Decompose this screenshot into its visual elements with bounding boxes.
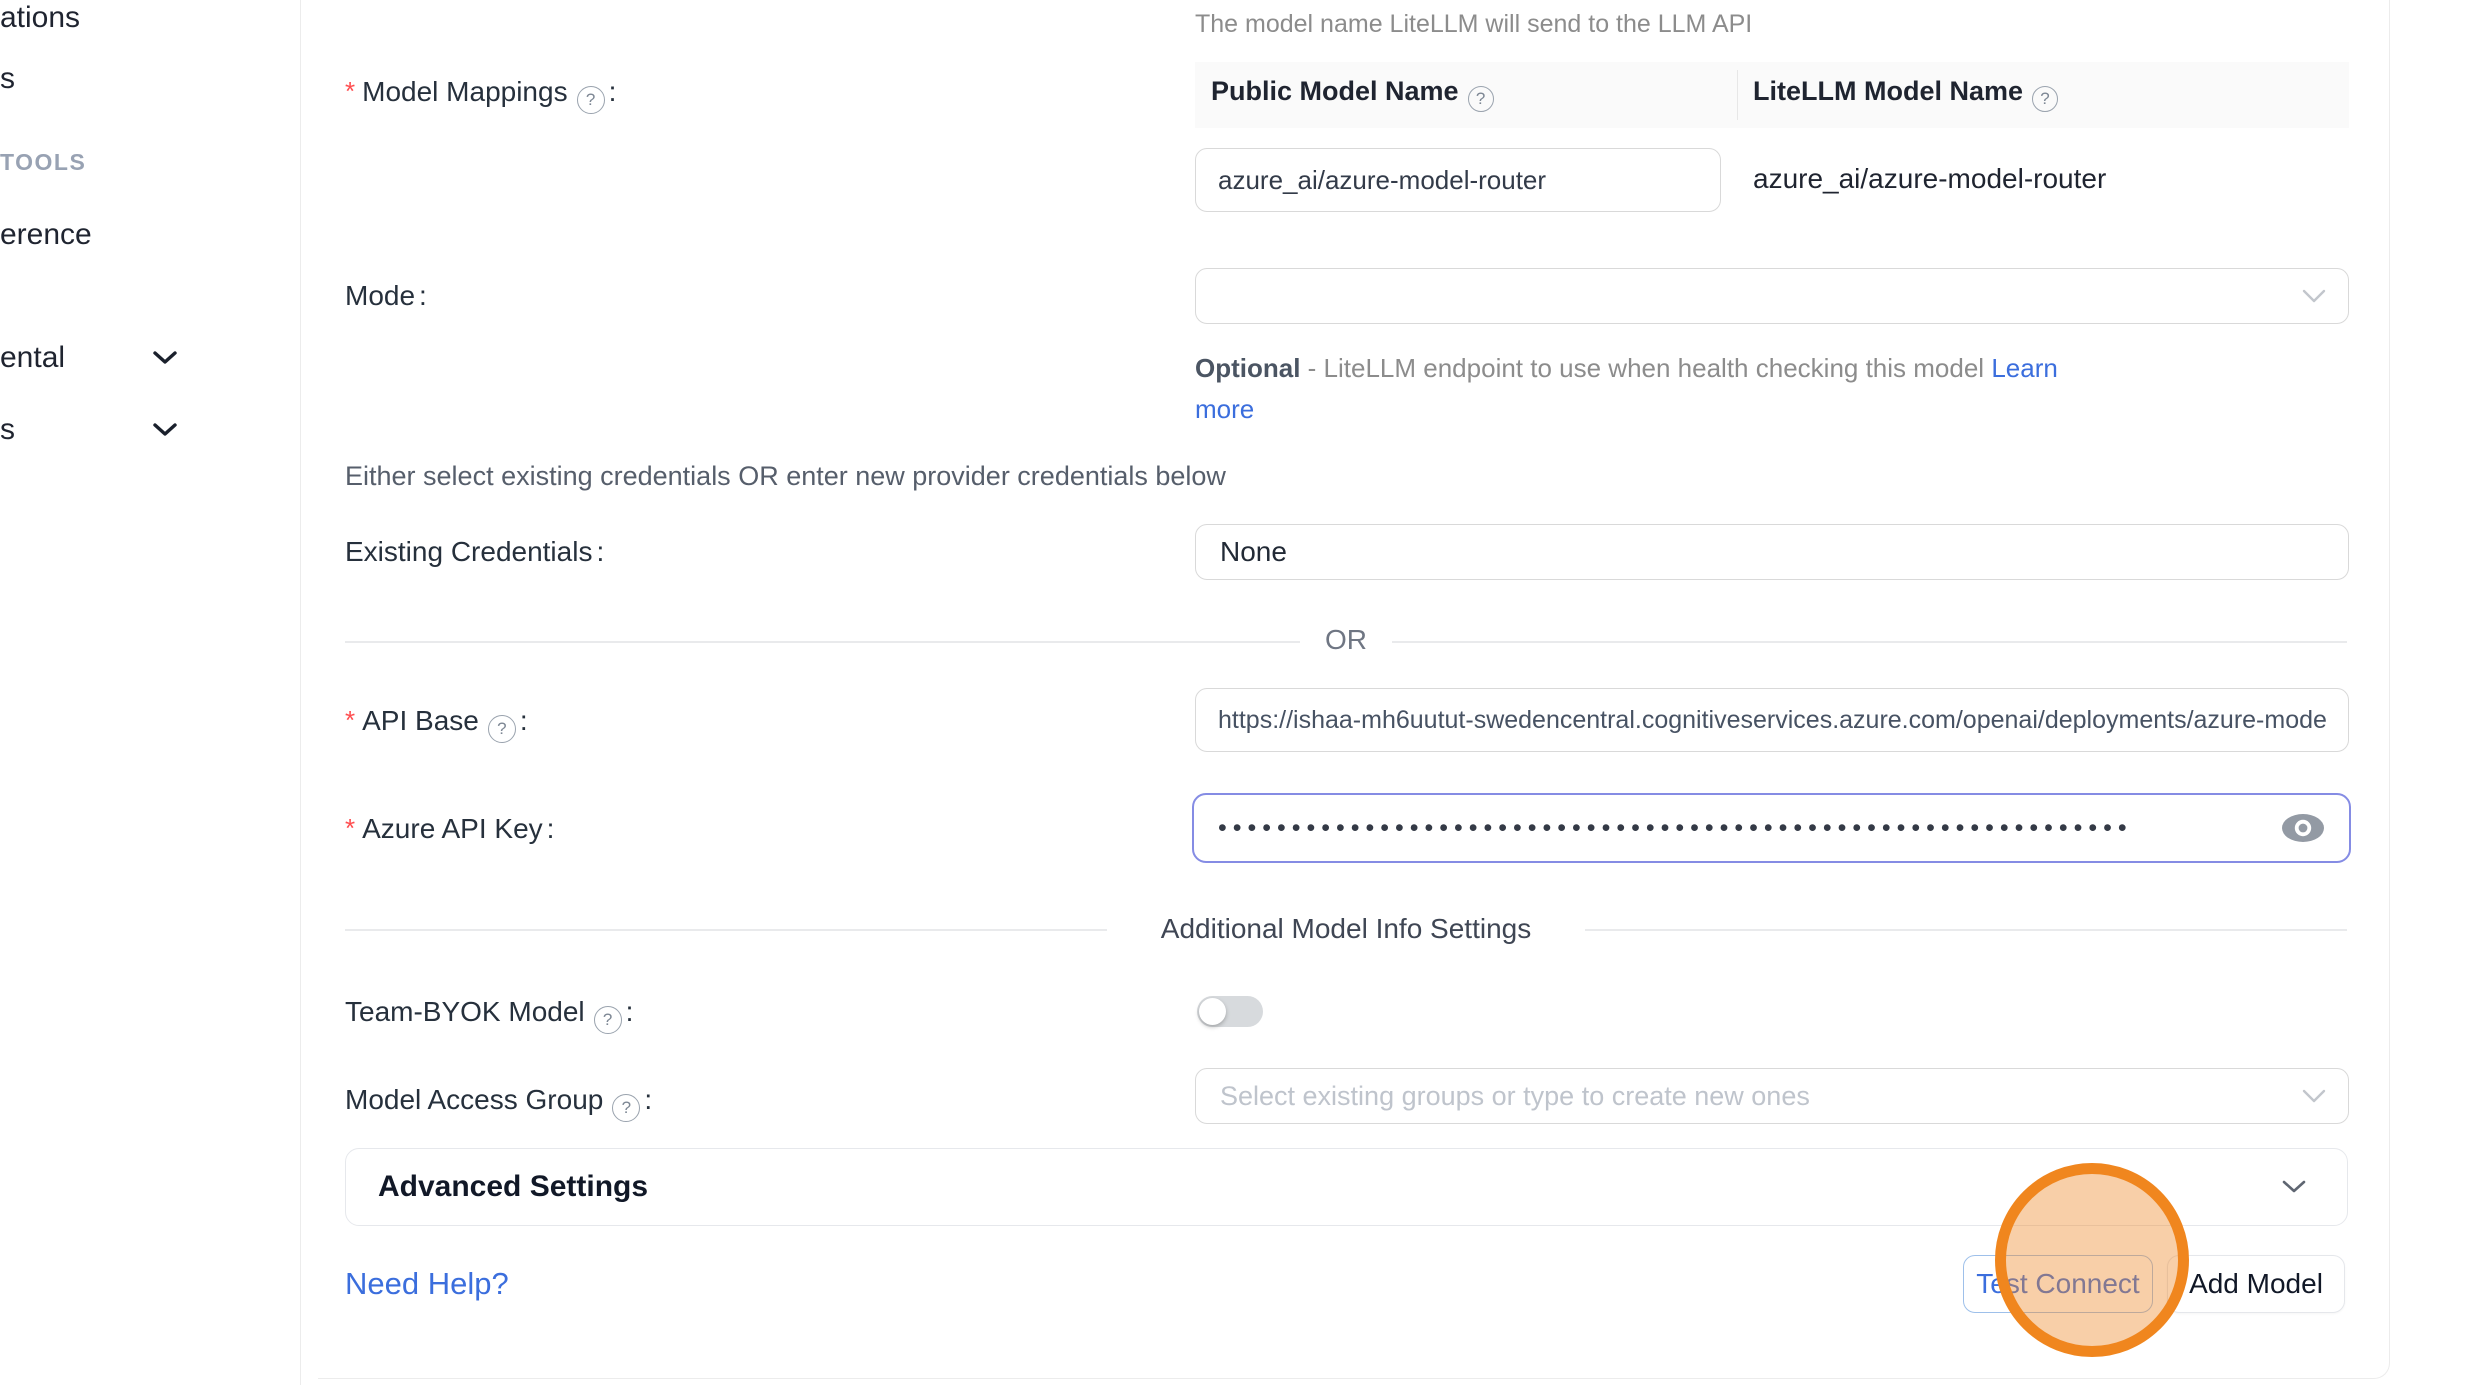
sidebar: ations s TOOLS erence ental s (0, 0, 301, 1385)
litellm-model-name-value: azure_ai/azure-model-router (1753, 163, 2106, 195)
chevron-down-icon (152, 422, 178, 438)
litellm-model-name-help: The model name LiteLLM will send to the … (1195, 6, 1752, 42)
additional-info-divider-text: Additional Model Info Settings (1161, 913, 1531, 945)
learn-more-link[interactable]: Learn (1991, 353, 2058, 383)
help-circle-icon[interactable]: ? (488, 715, 516, 743)
mode-help-text: Optional - LiteLLM endpoint to use when … (1195, 348, 2195, 430)
litellm-model-name-header: LiteLLM Model Name? (1753, 76, 2058, 112)
divider-line (1585, 929, 2347, 931)
public-model-name-header: Public Model Name? (1211, 76, 1494, 112)
model-access-group-label: Model Access Group?: (345, 1083, 652, 1122)
mode-select[interactable] (1195, 268, 2349, 324)
help-circle-icon[interactable]: ? (612, 1094, 640, 1122)
divider-line (1392, 641, 2347, 643)
existing-credentials-value: None (1196, 536, 2348, 568)
required-mark: * (345, 813, 355, 843)
required-mark: * (345, 76, 355, 106)
model-access-group-select[interactable]: Select existing groups or type to create… (1195, 1068, 2349, 1124)
model-mappings-label: *Model Mappings?: (345, 74, 616, 114)
chevron-down-icon (2302, 1089, 2326, 1104)
help-circle-icon[interactable]: ? (2032, 86, 2058, 112)
sidebar-item-reference[interactable]: erence (0, 217, 92, 253)
existing-credentials-label: Existing Credentials: (345, 535, 604, 569)
add-model-screen: ations s TOOLS erence ental s The model … (0, 0, 2477, 1385)
need-help-link[interactable]: Need Help? (345, 1266, 509, 1302)
eye-icon[interactable] (2281, 813, 2325, 843)
column-divider (1737, 70, 1738, 120)
help-circle-icon[interactable]: ? (577, 86, 605, 114)
advanced-settings-title: Advanced Settings (346, 1170, 2281, 1204)
chevron-down-icon (2302, 289, 2326, 304)
credentials-note: Either select existing credentials OR en… (345, 461, 1226, 492)
public-model-name-field (1195, 148, 1721, 212)
help-circle-icon[interactable]: ? (594, 1006, 622, 1034)
api-base-input[interactable] (1196, 689, 2348, 751)
team-byok-label: Team-BYOK Model?: (345, 995, 633, 1034)
add-model-button[interactable]: Add Model (2167, 1255, 2345, 1313)
sidebar-item-models[interactable]: s (0, 61, 15, 97)
help-circle-icon[interactable]: ? (1468, 86, 1494, 112)
sidebar-item-experimental[interactable]: ental (0, 340, 65, 376)
sidebar-item-settings[interactable]: s (0, 412, 15, 448)
mode-label: Mode: (345, 279, 427, 313)
or-divider-text: OR (1325, 624, 1367, 656)
azure-api-key-field[interactable]: ••••••••••••••••••••••••••••••••••••••••… (1192, 793, 2351, 863)
sidebar-item-integrations[interactable]: ations (0, 0, 80, 36)
azure-api-key-label: *Azure API Key: (345, 811, 554, 846)
divider-line (345, 641, 1300, 643)
toggle-knob (1199, 998, 1226, 1025)
sidebar-section-tools: TOOLS (0, 149, 86, 175)
public-model-name-input[interactable] (1196, 149, 1720, 211)
azure-api-key-masked-value: ••••••••••••••••••••••••••••••••••••••••… (1194, 793, 2281, 863)
learn-more-link[interactable]: more (1195, 394, 1254, 424)
chevron-down-icon (2281, 1179, 2307, 1195)
chevron-down-icon (152, 350, 178, 366)
api-base-field (1195, 688, 2349, 752)
advanced-settings-panel[interactable]: Advanced Settings (345, 1148, 2348, 1226)
model-access-group-placeholder: Select existing groups or type to create… (1196, 1081, 2302, 1112)
required-mark: * (345, 705, 355, 735)
divider-line (345, 929, 1107, 931)
model-mappings-table-header: Public Model Name? LiteLLM Model Name? (1195, 62, 2349, 128)
team-byok-toggle[interactable] (1197, 996, 1263, 1027)
existing-credentials-select[interactable]: None (1195, 524, 2349, 580)
api-base-label: *API Base?: (345, 703, 528, 743)
test-connect-button[interactable]: Test Connect (1963, 1255, 2153, 1313)
